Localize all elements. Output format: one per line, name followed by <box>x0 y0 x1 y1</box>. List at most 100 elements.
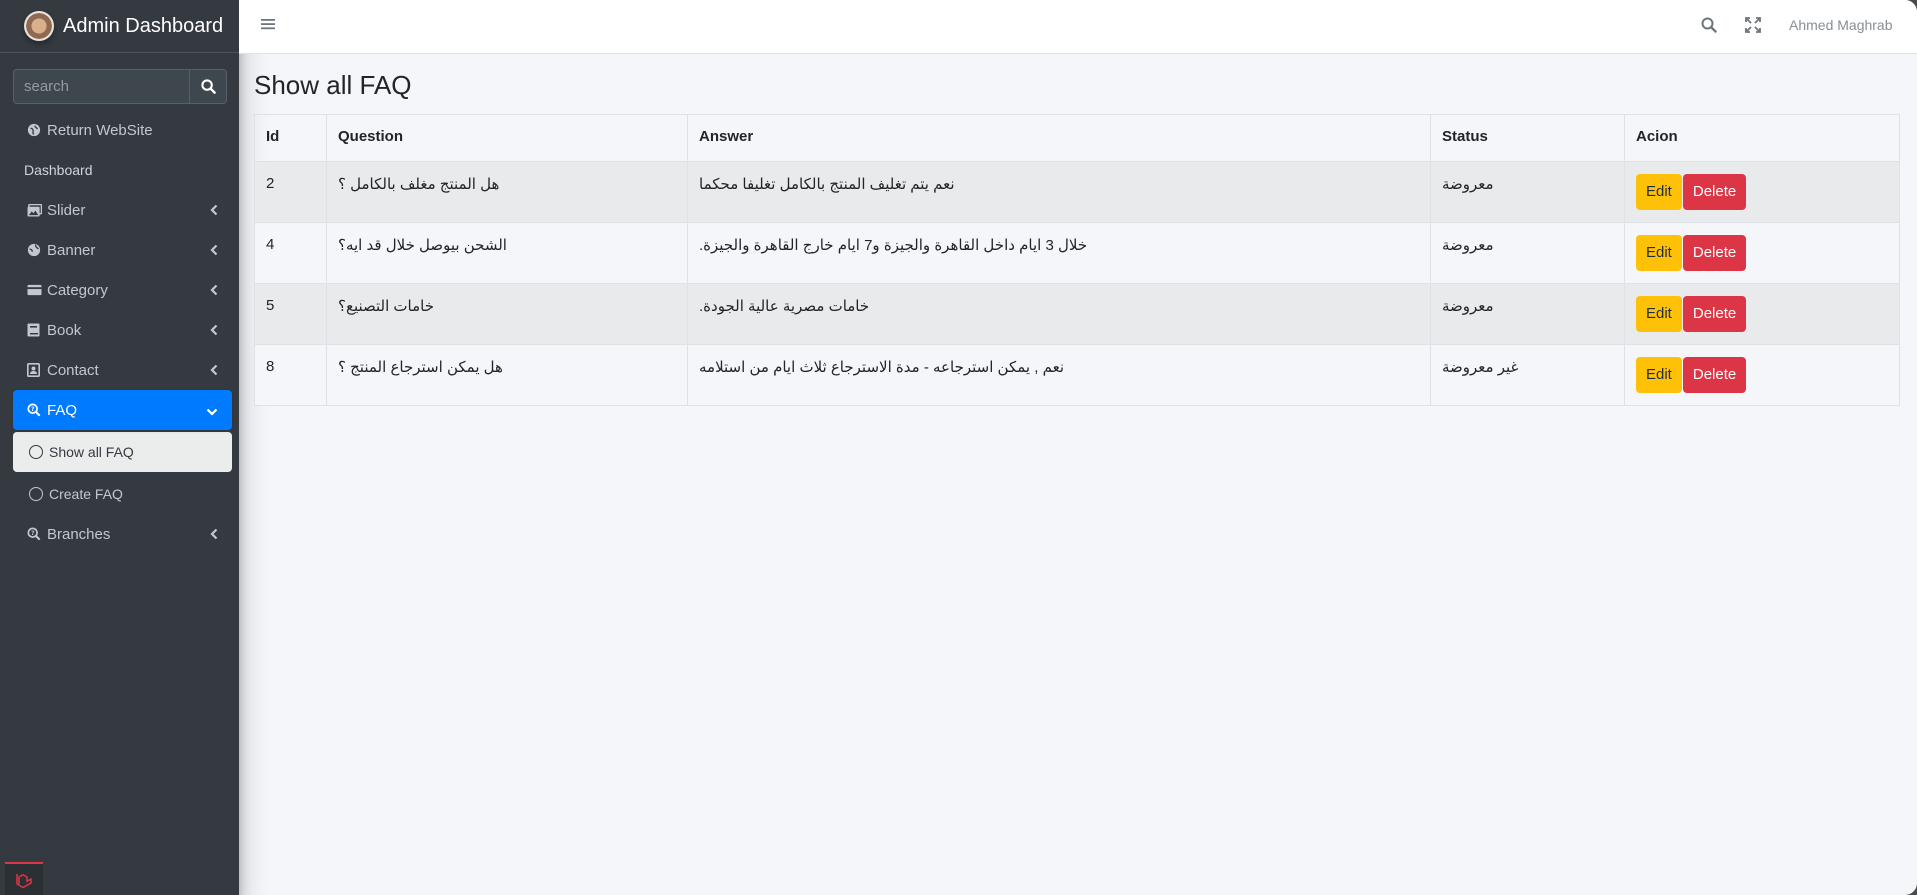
circle-icon <box>29 487 43 501</box>
cell-id: 5 <box>254 283 327 345</box>
sidebar-item-category[interactable]: Category <box>13 270 232 310</box>
faq-table: Id Question Answer Status Acion 2 هل الم… <box>254 114 1900 406</box>
cell-question: هل المنتج مغلف بالكامل ؟ <box>326 161 688 223</box>
cell-answer: نعم يتم تغليف المنتج بالكامل تغليفا محكم… <box>687 161 1431 223</box>
sidebar-item-label: Create FAQ <box>49 486 123 502</box>
globe-icon <box>27 123 43 137</box>
delete-button[interactable]: Delete <box>1682 174 1747 210</box>
cell-actions: Edit Delete <box>1624 283 1900 345</box>
edit-button[interactable]: Edit <box>1636 174 1682 210</box>
svg-text:?: ? <box>31 406 35 413</box>
delete-button[interactable]: Delete <box>1682 235 1747 271</box>
hamburger-icon <box>261 19 275 30</box>
sidebar: Admin Dashboard Return WebSite Dashboard… <box>0 0 239 895</box>
col-header-action: Acion <box>1624 114 1900 162</box>
col-header-question: Question <box>326 114 688 162</box>
cell-status: معروضة <box>1430 222 1625 284</box>
navbar-search-button[interactable] <box>1701 17 1717 37</box>
sidebar-item-label: Book <box>47 321 82 339</box>
sidebar-item-label: Contact <box>47 361 99 379</box>
sidebar-search-input[interactable] <box>13 69 189 104</box>
cell-actions: Edit Delete <box>1624 161 1900 223</box>
sidebar-item-label: Slider <box>47 201 86 219</box>
chevron-left-icon <box>210 363 218 380</box>
delete-button[interactable]: Delete <box>1682 357 1747 393</box>
edit-button[interactable]: Edit <box>1636 357 1682 393</box>
cell-id: 4 <box>254 222 327 284</box>
laravel-icon <box>16 873 32 888</box>
brand-logo <box>24 11 54 41</box>
fullscreen-button[interactable] <box>1745 17 1761 37</box>
cell-answer: خلال 3 ايام داخل القاهرة والجيزة و7 ايام… <box>687 222 1431 284</box>
search-icon <box>1701 17 1717 33</box>
sidebar-item-slider[interactable]: Slider <box>13 190 232 230</box>
table-row: 2 هل المنتج مغلف بالكامل ؟ نعم يتم تغليف… <box>254 161 1900 223</box>
edit-button[interactable]: Edit <box>1636 235 1682 271</box>
brand-link[interactable]: Admin Dashboard <box>0 0 239 53</box>
sidebar-item-label: Branches <box>47 525 111 543</box>
credit-card-icon <box>27 284 43 296</box>
cell-question: خامات التصنيع؟ <box>326 283 688 345</box>
delete-button[interactable]: Delete <box>1682 296 1747 332</box>
sidebar-item-faq[interactable]: ? FAQ <box>13 390 232 430</box>
brand-title: Admin Dashboard <box>63 14 224 37</box>
cell-actions: Edit Delete <box>1624 222 1900 284</box>
address-book-icon <box>27 363 43 377</box>
search-icon <box>200 79 216 94</box>
chevron-left-icon <box>210 283 218 300</box>
cell-id: 8 <box>254 344 327 406</box>
sidebar-item-contact[interactable]: Contact <box>13 350 232 390</box>
sidebar-item-label: Show all FAQ <box>49 444 134 460</box>
page-title: Show all FAQ <box>254 70 412 100</box>
cell-answer: نعم , يمكن استرجاعه - مدة الاسترجاع ثلاث… <box>687 344 1431 406</box>
cell-status: معروضة <box>1430 161 1625 223</box>
chevron-left-icon <box>210 203 218 220</box>
chevron-left-icon <box>210 323 218 340</box>
cell-status: معروضة <box>1430 283 1625 345</box>
main-content: Show all FAQ Id Question Answer Status A… <box>239 54 1917 895</box>
sidebar-item-create-faq[interactable]: Create FAQ <box>13 474 232 514</box>
sidebar-search <box>13 69 227 104</box>
sidebar-header: Dashboard <box>24 162 93 178</box>
sidebar-item-return-website[interactable]: Return WebSite <box>13 110 232 150</box>
cell-question: الشحن بيوصل خلال قد ايه؟ <box>326 222 688 284</box>
table-header-row: Id Question Answer Status Acion <box>254 114 1900 162</box>
sidebar-item-label: Banner <box>47 241 96 259</box>
chevron-left-icon <box>210 243 218 260</box>
sidebar-item-branches[interactable]: ? Branches <box>13 514 232 554</box>
cell-status: غير معروضة <box>1430 344 1625 406</box>
col-header-answer: Answer <box>687 114 1431 162</box>
top-navbar: Ahmed Maghrab <box>239 0 1917 54</box>
images-icon <box>27 203 43 217</box>
chevron-left-icon <box>210 527 218 544</box>
col-header-status: Status <box>1430 114 1625 162</box>
sidebar-item-show-all-faq[interactable]: Show all FAQ <box>13 432 232 472</box>
debugbar-toggle[interactable] <box>5 862 43 895</box>
sidebar-item-label: Return WebSite <box>47 121 153 139</box>
sidebar-item-book[interactable]: Book <box>13 310 232 350</box>
cell-id: 2 <box>254 161 327 223</box>
question-search-icon: ? <box>27 527 43 541</box>
expand-icon <box>1745 17 1761 33</box>
sidebar-item-label: Category <box>47 281 108 299</box>
table-row: 5 خامات التصنيع؟ خامات مصرية عالية الجود… <box>254 283 1900 345</box>
book-icon <box>27 323 43 337</box>
sidebar-search-button[interactable] <box>189 69 227 104</box>
edit-button[interactable]: Edit <box>1636 296 1682 332</box>
circle-icon <box>29 445 43 459</box>
user-name[interactable]: Ahmed Maghrab <box>1789 17 1893 33</box>
sidebar-item-banner[interactable]: Banner <box>13 230 232 270</box>
menu-toggle[interactable] <box>261 17 275 35</box>
question-search-icon: ? <box>27 403 43 417</box>
app-window: Admin Dashboard Return WebSite Dashboard… <box>0 0 1917 895</box>
col-header-id: Id <box>254 114 327 162</box>
cell-answer: خامات مصرية عالية الجودة. <box>687 283 1431 345</box>
cell-question: هل يمكن استرجاع المنتج ؟ <box>326 344 688 406</box>
faq-table-wrap: Id Question Answer Status Acion 2 هل الم… <box>254 114 1900 406</box>
table-row: 8 هل يمكن استرجاع المنتج ؟ نعم , يمكن اس… <box>254 344 1900 406</box>
globe-icon <box>27 243 43 257</box>
cell-actions: Edit Delete <box>1624 344 1900 406</box>
sidebar-item-label: FAQ <box>47 401 78 419</box>
table-row: 4 الشحن بيوصل خلال قد ايه؟ خلال 3 ايام د… <box>254 222 1900 284</box>
sidebar-nav: Return WebSite Dashboard Slider Banner C… <box>0 110 239 554</box>
